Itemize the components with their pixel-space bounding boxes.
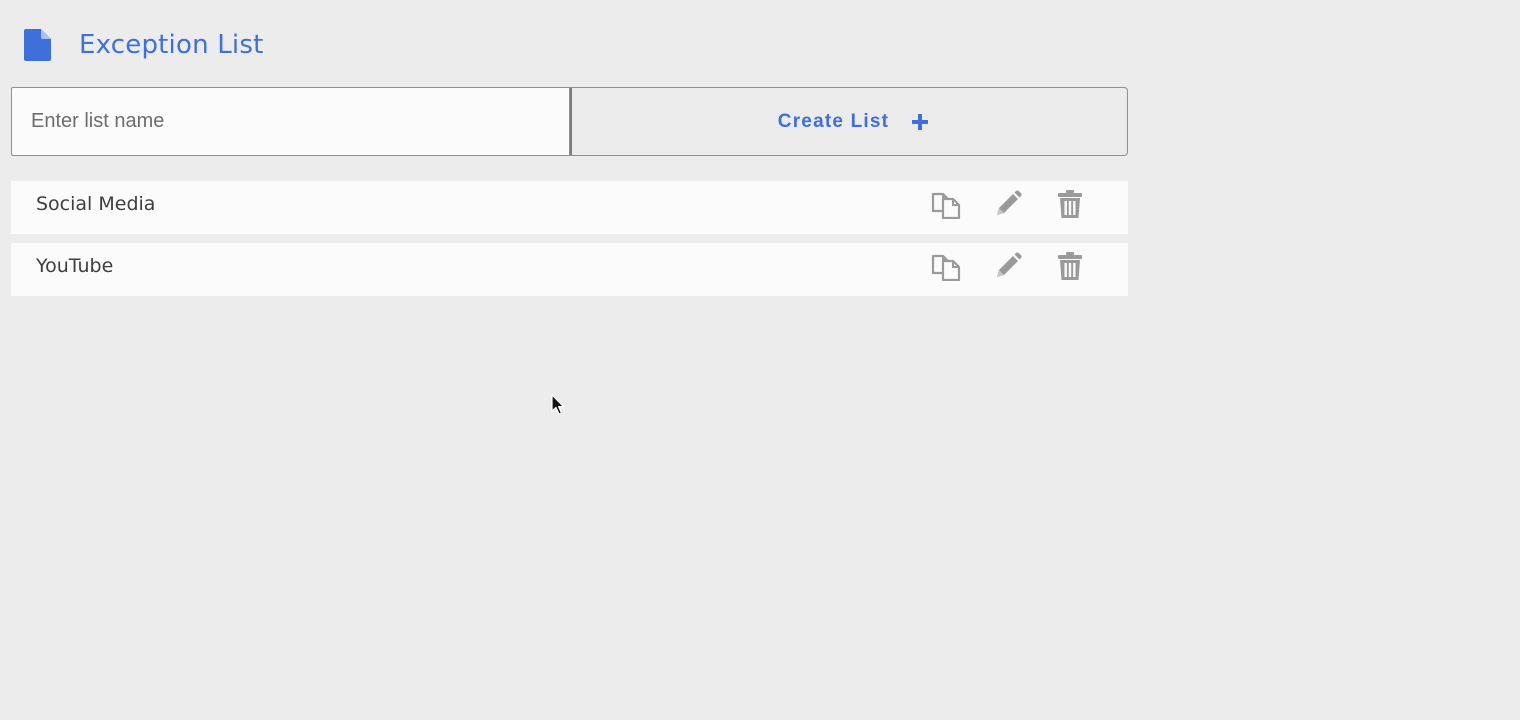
mouse-cursor-icon [551,394,565,415]
copy-button[interactable] [929,251,963,281]
delete-button[interactable] [1053,251,1087,281]
list-item-name: YouTube [36,254,114,277]
list-item[interactable]: YouTube [11,243,1128,296]
list-item-name: Social Media [36,192,156,215]
create-list-label: Create List [777,110,890,132]
pencil-icon [997,252,1022,277]
document-icon [24,29,51,61]
exception-lists: Social Media YouTube [11,181,1128,305]
page-header: Exception List [24,28,263,62]
list-item[interactable]: Social Media [11,181,1128,234]
copy-button[interactable] [929,189,963,219]
page-title: Exception List [79,30,264,60]
create-list-form: Create List [11,87,1128,156]
list-item-actions [929,251,1087,281]
create-list-button[interactable]: Create List [570,87,1128,156]
copy-icon [931,192,961,219]
plus-icon [912,113,929,130]
list-name-input[interactable] [11,87,570,156]
trash-icon [1058,190,1082,218]
delete-button[interactable] [1053,189,1087,219]
edit-button[interactable] [991,189,1025,219]
edit-button[interactable] [991,251,1025,281]
copy-icon [931,254,961,281]
exception-list-page: Exception List Create List Social Media [0,0,1520,720]
list-item-actions [929,189,1087,219]
pencil-icon [997,190,1022,215]
trash-icon [1058,252,1082,280]
